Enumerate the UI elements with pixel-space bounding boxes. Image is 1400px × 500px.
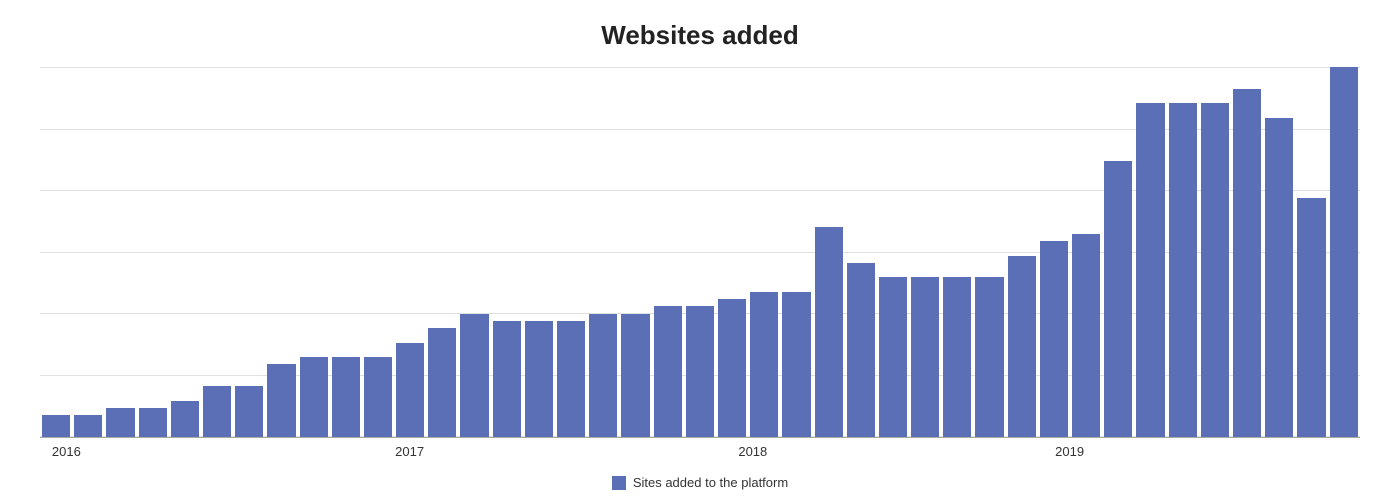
bar-wrap: [1070, 67, 1102, 437]
bar-wrap: [233, 67, 265, 437]
bar-wrap: [265, 67, 297, 437]
bar: [42, 415, 70, 437]
bar-wrap: [72, 67, 104, 437]
bar-wrap: [1231, 67, 1263, 437]
bar: [1040, 241, 1068, 437]
bar-wrap: [40, 67, 72, 437]
bar: [621, 314, 649, 437]
bar: [139, 408, 167, 437]
x-axis-label: 2019: [1055, 444, 1084, 459]
bar: [267, 364, 295, 437]
x-axis-label: 2017: [395, 444, 424, 459]
bar: [879, 277, 907, 437]
bar-wrap: [458, 67, 490, 437]
bar-wrap: [1102, 67, 1134, 437]
legend-label: Sites added to the platform: [633, 475, 788, 490]
x-axis-label: 2016: [52, 444, 81, 459]
bar-wrap: [137, 67, 169, 437]
bar-wrap: [1295, 67, 1327, 437]
bar: [1072, 234, 1100, 437]
bar: [911, 277, 939, 437]
bar-wrap: [169, 67, 201, 437]
bar: [1233, 89, 1261, 437]
chart-area: 2016 2017 2018 2019: [40, 67, 1360, 467]
bar: [171, 401, 199, 437]
bar-wrap: [1328, 67, 1360, 437]
bar-wrap: [555, 67, 587, 437]
bar-wrap: [426, 67, 458, 437]
bar: [1169, 103, 1197, 437]
bar: [1265, 118, 1293, 437]
bar: [943, 277, 971, 437]
bar: [1330, 67, 1358, 437]
bar: [782, 292, 810, 437]
bar-wrap: [909, 67, 941, 437]
bar: [1297, 198, 1325, 437]
bar-wrap: [1199, 67, 1231, 437]
bar: [718, 299, 746, 437]
bar: [1136, 103, 1164, 437]
bar: [557, 321, 585, 437]
x-axis-label: 2018: [738, 444, 767, 459]
bar: [975, 277, 1003, 437]
bar-wrap: [813, 67, 845, 437]
bar-wrap: [652, 67, 684, 437]
bar: [815, 227, 843, 437]
bar: [332, 357, 360, 437]
bar-wrap: [1263, 67, 1295, 437]
bar: [847, 263, 875, 437]
bar-wrap: [877, 67, 909, 437]
legend-color-box: [612, 476, 626, 490]
bar: [106, 408, 134, 437]
bar-wrap: [780, 67, 812, 437]
bar: [396, 343, 424, 437]
bar-wrap: [716, 67, 748, 437]
bar-wrap: [684, 67, 716, 437]
bar: [525, 321, 553, 437]
bar: [686, 306, 714, 437]
chart-title: Websites added: [601, 20, 798, 51]
bar-wrap: [941, 67, 973, 437]
bar-wrap: [1134, 67, 1166, 437]
bar: [364, 357, 392, 437]
bar-wrap: [1006, 67, 1038, 437]
bar-wrap: [1167, 67, 1199, 437]
bar-wrap: [973, 67, 1005, 437]
bar: [460, 314, 488, 437]
bar: [1201, 103, 1229, 437]
bar: [300, 357, 328, 437]
bar: [654, 306, 682, 437]
bar-wrap: [362, 67, 394, 437]
chart-legend: Sites added to the platform: [612, 475, 788, 490]
bar-wrap: [587, 67, 619, 437]
bar: [750, 292, 778, 437]
bar: [428, 328, 456, 437]
bar: [493, 321, 521, 437]
bar-wrap: [201, 67, 233, 437]
bar: [589, 314, 617, 437]
bar-wrap: [619, 67, 651, 437]
bar: [203, 386, 231, 437]
bar-wrap: [491, 67, 523, 437]
x-axis: 2016 2017 2018 2019: [40, 437, 1360, 467]
bar-wrap: [523, 67, 555, 437]
bar-wrap: [330, 67, 362, 437]
bar-wrap: [394, 67, 426, 437]
bar: [235, 386, 263, 437]
bar-wrap: [298, 67, 330, 437]
bar-wrap: [845, 67, 877, 437]
bars-container: [40, 67, 1360, 437]
bar: [1008, 256, 1036, 437]
bar-wrap: [748, 67, 780, 437]
bar: [1104, 161, 1132, 437]
bar-wrap: [1038, 67, 1070, 437]
bar: [74, 415, 102, 437]
bar-wrap: [104, 67, 136, 437]
